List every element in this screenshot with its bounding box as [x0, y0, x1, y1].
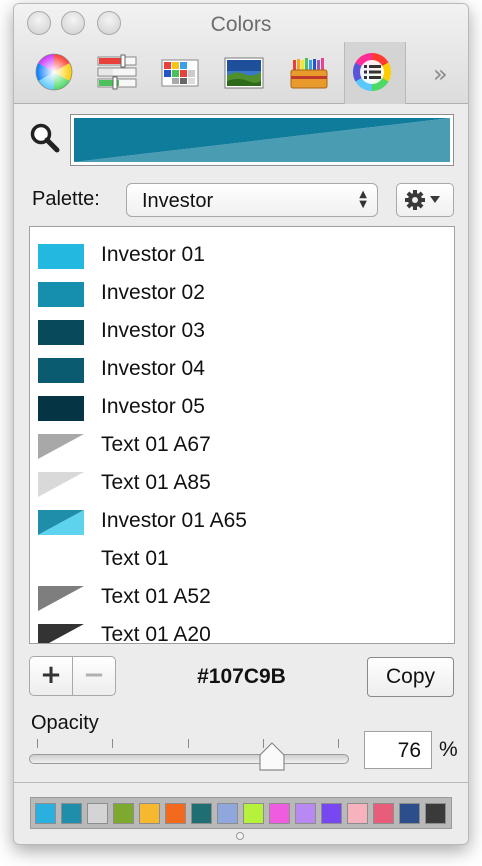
tray-swatch[interactable] — [87, 803, 108, 824]
magnifier-icon[interactable] — [29, 122, 61, 154]
color-list-item-label: Text 01 A85 — [101, 471, 211, 494]
percent-label: % — [439, 738, 458, 761]
gear-icon — [405, 190, 440, 210]
color-list-item[interactable]: Text 01 A20 — [30, 615, 454, 644]
color-swatch — [38, 396, 84, 421]
color-list-item[interactable]: Investor 05 — [30, 387, 454, 425]
copy-button[interactable]: Copy — [367, 657, 454, 697]
colors-window: Colors » Palette: Investor ▲ ▼ Investor … — [13, 3, 469, 845]
color-list-item-label: Investor 01 — [101, 243, 205, 266]
color-swatch — [38, 624, 84, 643]
color-wheel-icon[interactable] — [34, 52, 74, 92]
palette-selected-value: Investor — [142, 190, 214, 212]
color-list-item-label: Text 01 A52 — [101, 585, 211, 608]
color-list[interactable]: Investor 01 Investor 02 Investor 03 Investo… — [29, 226, 455, 644]
color-list-item[interactable]: Text 01 — [30, 539, 454, 577]
color-sliders-icon[interactable] — [97, 52, 137, 92]
color-swatch — [38, 320, 84, 345]
tray-swatch[interactable] — [243, 803, 264, 824]
window-title: Colors — [210, 13, 272, 36]
add-color-button[interactable]: + — [29, 656, 73, 696]
color-list-item[interactable]: Investor 01 — [30, 235, 454, 273]
opacity-input[interactable]: 76 — [364, 731, 432, 769]
crayons-icon[interactable] — [289, 52, 329, 92]
tray-swatch[interactable] — [35, 803, 56, 824]
color-list-item-label: Investor 02 — [101, 281, 205, 304]
color-list-item[interactable]: Investor 03 — [30, 311, 454, 349]
color-list-item[interactable]: Investor 02 — [30, 273, 454, 311]
color-swatch — [38, 548, 84, 573]
more-toolbar-items-icon[interactable]: » — [433, 60, 447, 88]
tray-swatch[interactable] — [373, 803, 394, 824]
tray-swatch[interactable] — [399, 803, 420, 824]
slider-tick — [112, 739, 113, 748]
tray-swatch[interactable] — [321, 803, 342, 824]
color-list-item-label: Investor 04 — [101, 357, 205, 380]
slider-tick — [188, 739, 189, 748]
color-palettes-icon[interactable] — [160, 52, 200, 92]
color-swatch — [38, 510, 84, 535]
color-list-item[interactable]: Text 01 A67 — [30, 425, 454, 463]
slider-tick — [37, 739, 38, 748]
tray-swatch[interactable] — [425, 803, 446, 824]
color-swatch — [38, 282, 84, 307]
palette-dropdown[interactable]: Investor ▲ ▼ — [126, 183, 378, 217]
color-list-item[interactable]: Text 01 A85 — [30, 463, 454, 501]
color-list-item[interactable]: Text 01 A52 — [30, 577, 454, 615]
tray-resize-handle[interactable] — [236, 832, 244, 840]
color-list-item-label: Investor 03 — [101, 319, 205, 342]
tray-swatch[interactable] — [269, 803, 290, 824]
tray-swatch[interactable] — [295, 803, 316, 824]
color-list-item[interactable]: Investor 01 A65 — [30, 501, 454, 539]
color-list-item-label: Investor 01 A65 — [101, 509, 247, 532]
tray-swatch[interactable] — [139, 803, 160, 824]
color-swatch — [38, 434, 84, 459]
color-list-item-label: Investor 05 — [101, 395, 205, 418]
tray-swatch[interactable] — [191, 803, 212, 824]
tray-swatch[interactable] — [61, 803, 82, 824]
color-swatch — [38, 358, 84, 383]
image-palettes-icon[interactable] — [224, 52, 264, 92]
color-list-item-label: Text 01 A20 — [101, 623, 211, 644]
divider — [14, 782, 468, 783]
opacity-label: Opacity — [31, 712, 99, 734]
color-preview-well[interactable] — [70, 114, 454, 166]
color-preview-swatch — [74, 118, 450, 162]
slider-tick — [338, 739, 339, 748]
palette-actions-button[interactable] — [396, 183, 454, 217]
palette-label: Palette: — [32, 188, 100, 210]
opacity-slider-track[interactable] — [29, 754, 349, 764]
palette-list-icon[interactable] — [352, 52, 392, 92]
titlebar: Colors » — [14, 4, 468, 104]
dropdown-arrows-icon: ▲ ▼ — [359, 189, 367, 210]
tray-swatch[interactable] — [113, 803, 134, 824]
color-list-item-label: Text 01 — [101, 547, 169, 570]
hex-value-label: #107C9B — [197, 665, 286, 688]
tray-swatch[interactable] — [217, 803, 238, 824]
color-swatch — [38, 472, 84, 497]
tray-swatch[interactable] — [165, 803, 186, 824]
swatch-tray[interactable] — [30, 797, 452, 829]
remove-color-button[interactable]: − — [72, 656, 116, 696]
color-list-item-label: Text 01 A67 — [101, 433, 211, 456]
color-swatch — [38, 244, 84, 269]
opacity-slider-thumb[interactable] — [259, 742, 285, 772]
color-list-item[interactable]: Investor 04 — [30, 349, 454, 387]
color-swatch — [38, 586, 84, 611]
tray-swatch[interactable] — [347, 803, 368, 824]
